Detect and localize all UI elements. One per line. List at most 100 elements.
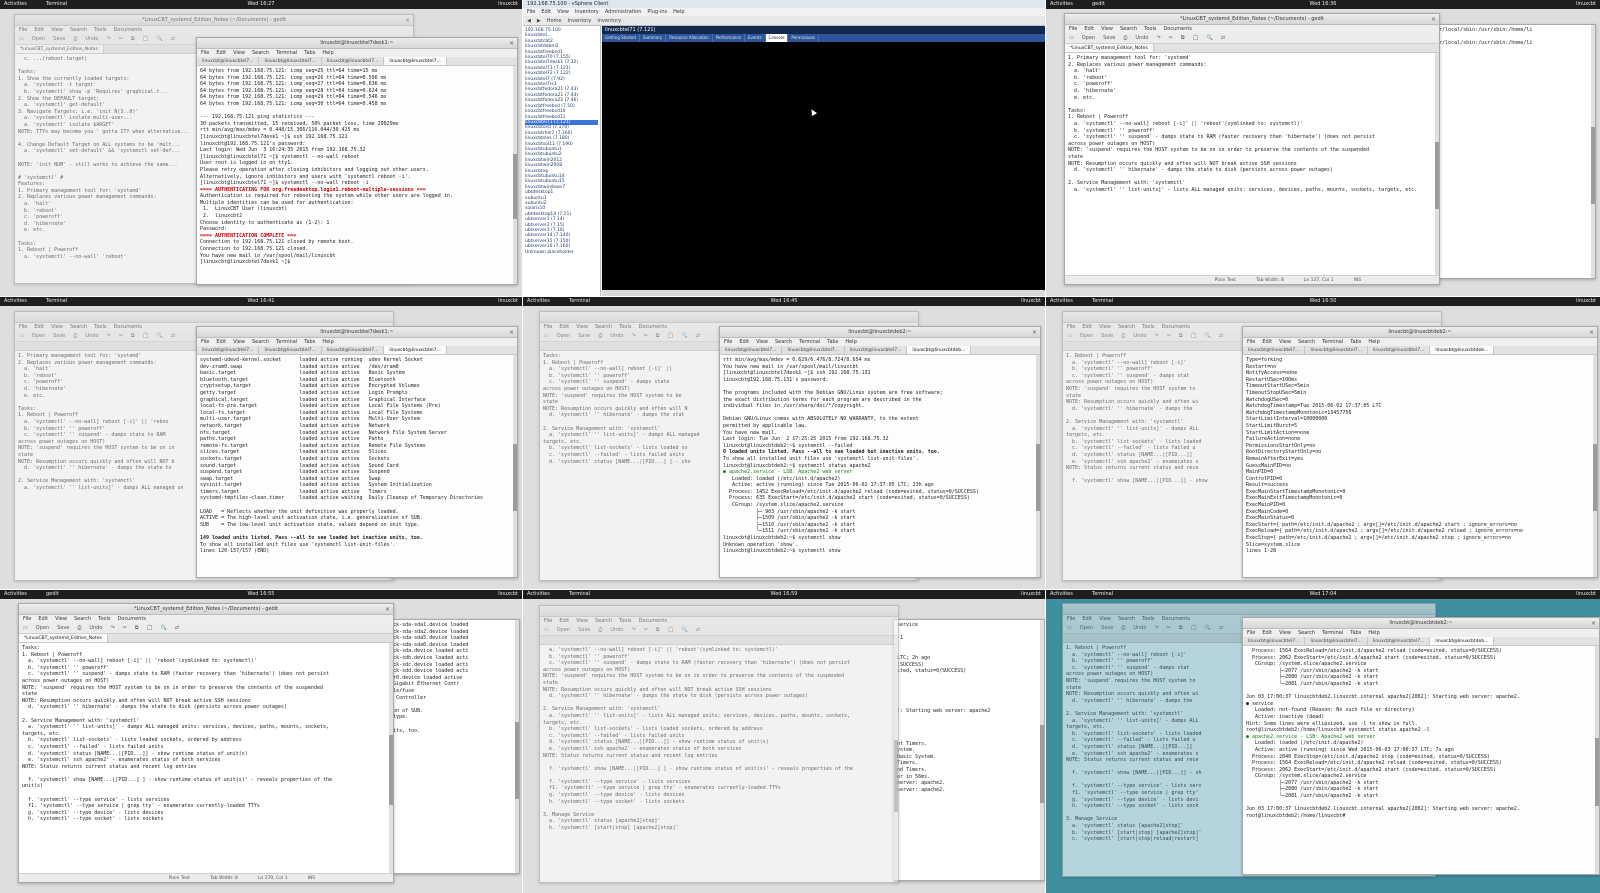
scrollbar[interactable] <box>1435 53 1439 276</box>
terminal-tab[interactable]: linuxcbt@linuxcbtel7... <box>720 346 783 354</box>
search-icon[interactable]: 🔍 <box>1205 333 1211 339</box>
search-icon[interactable]: 🔍 <box>157 36 163 42</box>
new-document-icon[interactable]: ▭ <box>23 625 28 631</box>
terminal-tab[interactable]: linuxcbt@linuxcbtel7... <box>1305 346 1368 354</box>
menu-item[interactable]: File <box>201 50 209 56</box>
terminal-tab[interactable]: linuxcbt@linuxcbtel7... <box>1368 637 1431 645</box>
open-button[interactable]: Open <box>1080 333 1093 339</box>
editor-text[interactable]: Tasks: 1. Reboot | Poweroff a. 'systemctl… <box>19 643 393 874</box>
scrollbar-thumb[interactable] <box>515 722 519 799</box>
clock[interactable]: Wed 16:55 <box>248 590 275 599</box>
print-icon[interactable]: ⎙ <box>598 333 602 339</box>
save-button[interactable]: Save <box>53 333 65 339</box>
menu-item[interactable]: View <box>1101 26 1113 32</box>
undo-button[interactable]: Undo <box>1133 333 1146 339</box>
menu-item[interactable]: Help <box>845 339 856 345</box>
print-icon[interactable]: ⎙ <box>73 333 77 339</box>
cut-icon[interactable]: ✂ <box>123 625 127 631</box>
forward-icon[interactable]: ▶ <box>537 18 541 24</box>
document-tab[interactable]: *LinuxCBT_systemd_Edition_Notes <box>19 634 108 642</box>
vm-tab[interactable]: Getting Started <box>602 34 640 42</box>
app-menu[interactable]: Terminal <box>569 297 590 306</box>
menu-item[interactable]: View <box>576 618 588 624</box>
menu-item[interactable]: View <box>1099 616 1111 622</box>
user-menu[interactable]: linuxcbt <box>1576 0 1596 9</box>
terminal-tab[interactable]: linuxcbt@linuxcbtel7... <box>1243 346 1306 354</box>
new-document-icon[interactable]: ▭ <box>19 333 24 339</box>
scrollbar-thumb[interactable] <box>513 153 517 220</box>
scrollbar[interactable] <box>513 66 517 284</box>
save-button[interactable]: Save <box>1101 333 1113 339</box>
menu-item[interactable]: Search <box>1118 616 1135 622</box>
menu-item[interactable]: Search <box>1298 630 1315 636</box>
menu-item[interactable]: Tools <box>94 324 106 330</box>
menu-item[interactable]: Search <box>74 616 91 622</box>
app-menu[interactable]: gedit <box>46 590 59 599</box>
document-tab[interactable]: *LinuxCBT_systemd_Edition_Notes <box>1065 44 1154 52</box>
menu-item[interactable]: Documents <box>1163 26 1192 32</box>
scrollbar[interactable] <box>513 355 517 577</box>
menu-item[interactable]: Tools <box>1144 26 1156 32</box>
menu-item[interactable]: Edit <box>38 616 48 622</box>
status-item[interactable]: Tab Width: 8 <box>1256 278 1284 283</box>
replace-icon[interactable]: ⇄ <box>1221 35 1225 41</box>
close-icon[interactable]: × <box>1032 327 1037 337</box>
user-menu[interactable]: linuxcbt <box>1021 297 1041 306</box>
close-icon[interactable]: × <box>509 327 514 337</box>
vm-tab[interactable]: Permissions <box>788 34 820 42</box>
menu-item[interactable]: View <box>51 324 63 330</box>
menu-item[interactable]: Documents <box>1161 616 1190 622</box>
vm-tab[interactable]: Console <box>765 34 789 42</box>
close-icon[interactable]: × <box>1589 327 1594 337</box>
redo-icon[interactable]: ↷ <box>110 625 114 631</box>
terminal-tab[interactable]: linuxcbt@linuxcbtel7... <box>384 346 447 354</box>
menu-item[interactable]: Edit <box>1084 26 1094 32</box>
replace-icon[interactable]: ⇄ <box>1219 333 1223 339</box>
activities-button[interactable]: Activities <box>4 297 27 306</box>
cut-icon[interactable]: ✂ <box>644 333 648 339</box>
copy-icon[interactable]: ⧉ <box>135 625 139 631</box>
terminal-tab[interactable]: linuxcbt@linuxcbtel7... <box>322 57 385 65</box>
clock[interactable]: Wed 17:04 <box>1310 590 1337 599</box>
print-icon[interactable]: ⎙ <box>598 627 602 633</box>
menu-item[interactable]: View <box>756 339 768 345</box>
copy-icon[interactable]: ⧉ <box>131 36 135 42</box>
terminal-tab[interactable]: linuxcbt@linuxcbtel7... <box>384 57 447 65</box>
menu-item[interactable]: Tools <box>619 618 631 624</box>
menu-item[interactable]: Search <box>595 618 612 624</box>
menu-item[interactable]: Edit <box>34 324 44 330</box>
new-document-icon[interactable]: ▭ <box>1067 625 1072 631</box>
app-menu[interactable]: Terminal <box>1092 590 1113 599</box>
activities-button[interactable]: Activities <box>527 297 550 306</box>
vm-tab[interactable]: Resource Allocation <box>666 34 713 42</box>
activities-button[interactable]: Activities <box>1050 0 1073 9</box>
menu-item[interactable]: File <box>19 324 27 330</box>
menu-item[interactable]: View <box>1279 630 1291 636</box>
menu-item[interactable]: Tools <box>619 324 631 330</box>
open-button[interactable]: Open <box>1082 35 1095 41</box>
menu-item[interactable]: View <box>233 50 245 56</box>
breadcrumb-item[interactable]: Home <box>547 18 562 24</box>
menu-item[interactable]: Edit <box>1262 630 1272 636</box>
terminal-tab[interactable]: linuxcbt@linuxcbtel7... <box>259 57 322 65</box>
scrollbar-thumb[interactable] <box>513 444 517 512</box>
menu-item[interactable]: Search <box>775 339 792 345</box>
menu-item[interactable]: Terminal <box>1322 339 1343 345</box>
paste-icon[interactable]: 📋 <box>142 36 148 42</box>
save-button[interactable]: Save <box>1103 35 1115 41</box>
replace-icon[interactable]: ⇄ <box>696 333 700 339</box>
menu-item[interactable]: Terminal <box>276 50 297 56</box>
scrollbar-thumb[interactable] <box>1435 142 1439 210</box>
scrollbar-thumb[interactable] <box>1595 737 1599 807</box>
terminal-tab[interactable]: linuxcbt@linuxcbtel7... <box>322 346 385 354</box>
redo-icon[interactable]: ↷ <box>1154 625 1158 631</box>
menu-item[interactable]: File <box>1067 324 1075 330</box>
paste-icon[interactable]: 📋 <box>667 627 673 633</box>
new-document-icon[interactable]: ▭ <box>1069 35 1074 41</box>
app-menu[interactable]: Terminal <box>569 590 590 599</box>
scrollbar[interactable] <box>1595 646 1599 874</box>
status-item[interactable]: Plain Text <box>169 876 190 881</box>
replace-icon[interactable]: ⇄ <box>1219 625 1223 631</box>
copy-icon[interactable]: ⧉ <box>1179 333 1183 339</box>
copy-icon[interactable]: ⧉ <box>131 333 135 339</box>
